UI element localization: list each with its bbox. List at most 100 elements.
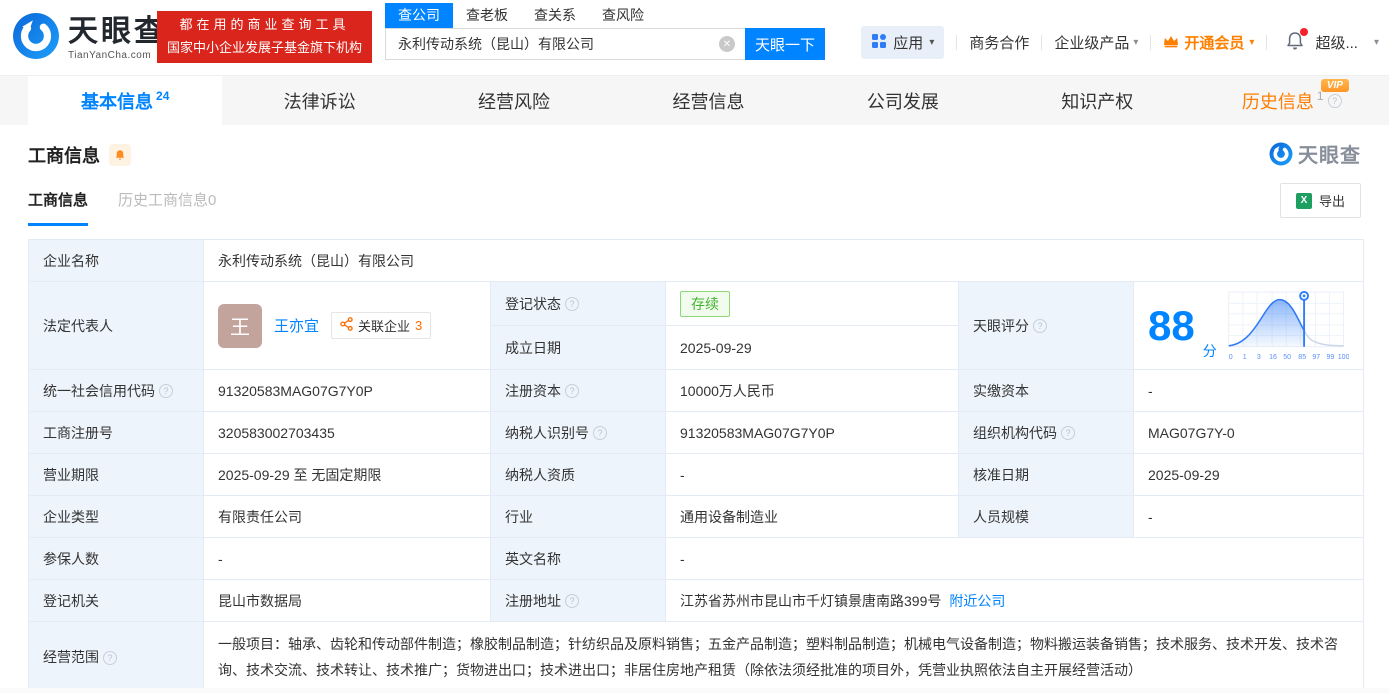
avatar[interactable]: 王 (218, 303, 262, 348)
taxpayer-id-label: 纳税人识别号? (490, 411, 666, 454)
search-area: 查公司 查老板 查关系 查风险 ✕ 天眼一下 (385, 3, 825, 60)
watermark-text: 天眼查 (1298, 145, 1361, 167)
tab-history-info[interactable]: VIP 历史信息 1 ? (1195, 76, 1389, 125)
tab-operation-risk[interactable]: 经营风险 (417, 76, 611, 125)
menu-business-cooperation[interactable]: 商务合作 (969, 32, 1029, 53)
notification-bell-icon[interactable] (1285, 27, 1309, 55)
credit-code-value: 91320583MAG07G7Y0P (203, 369, 491, 412)
tab-label: 知识产权 (1061, 91, 1134, 112)
reg-address-label: 注册地址? (490, 579, 666, 622)
chevron-down-icon: ▾ (1249, 37, 1255, 48)
brand-slogan-banner: 都在用的商业查询工具 国家中小企业发展子基金旗下机构 (157, 11, 372, 63)
company-name-value: 永利传动系统（昆山）有限公司 (203, 239, 1364, 282)
status-badge: 存续 (680, 290, 730, 317)
logo-text: 天眼查 (68, 14, 167, 48)
reg-address-value: 江苏省苏州市昆山市千灯镇景唐南路399号 (680, 592, 942, 609)
menu-super-vip[interactable]: 超级... (1315, 32, 1358, 53)
help-icon[interactable]: ? (1033, 318, 1047, 333)
tab-intellectual-property[interactable]: 知识产权 (1000, 76, 1194, 125)
business-term-label: 营业期限 (28, 453, 204, 496)
search-tab-company[interactable]: 查公司 (385, 3, 453, 28)
search-button[interactable]: 天眼一下 (745, 28, 825, 60)
svg-text:1: 1 (1243, 353, 1247, 360)
establish-date-value: 2025-09-29 (665, 325, 959, 370)
reg-capital-value: 10000万人民币 (665, 369, 959, 412)
search-tab-boss[interactable]: 查老板 (453, 3, 521, 28)
label-text: 登记状态 (505, 295, 561, 312)
tab-count: 24 (156, 88, 170, 103)
reg-status-value: 存续 (665, 281, 959, 326)
tab-label: 公司发展 (866, 91, 939, 112)
divider (1041, 35, 1043, 50)
help-icon[interactable]: ? (1061, 425, 1075, 440)
vip-label: 开通会员 (1184, 35, 1245, 52)
tab-label: 历史信息 (1241, 91, 1314, 112)
tab-basic-info[interactable]: 基本信息 24 (28, 76, 223, 125)
svg-text:85: 85 (1298, 353, 1306, 360)
subtab-business-info[interactable]: 工商信息 (28, 189, 89, 226)
search-tab-relation[interactable]: 查关系 (521, 3, 589, 28)
label-text: 经营范围 (43, 648, 99, 665)
business-info-table: 企业名称 永利传动系统（昆山）有限公司 法定代表人 王 王亦宜 关联企业 3 登… (28, 239, 1364, 693)
help-icon[interactable]: ? (593, 425, 607, 440)
menu-enterprise-products[interactable]: 企业级产品 ▾ (1054, 32, 1138, 53)
approval-date-label: 核准日期 (958, 453, 1134, 496)
tab-legal-litigation[interactable]: 法律诉讼 (222, 76, 416, 125)
subscribe-bell-icon[interactable] (109, 144, 131, 166)
industry-value: 通用设备制造业 (665, 495, 959, 538)
english-name-value: - (665, 537, 1364, 580)
company-nav-tabs: 基本信息 24 法律诉讼 经营风险 经营信息 公司发展 知识产权 VIP 历史信… (0, 75, 1389, 125)
search-tab-risk[interactable]: 查风险 (589, 3, 657, 28)
help-icon[interactable]: ? (565, 383, 579, 398)
label-text: 天眼评分 (973, 317, 1029, 334)
chevron-down-icon[interactable]: ▾ (1374, 37, 1379, 48)
label-text: 纳税人识别号 (505, 424, 589, 441)
export-label: 导出 (1318, 194, 1345, 209)
help-icon[interactable]: ? (565, 296, 579, 311)
subtab-history-business-info[interactable]: 历史工商信息0 (118, 189, 216, 226)
score-cell: 88 分 0 1 3 16 50 85 97 99 100 (1133, 281, 1364, 370)
related-companies-badge[interactable]: 关联企业 3 (331, 312, 432, 339)
table-row: 营业期限 2025-09-29 至 无固定期限 纳税人资质 - 核准日期 202… (28, 453, 1364, 496)
page-bottom-divider (0, 688, 1389, 693)
divider (956, 35, 958, 50)
tab-label: 基本信息 (81, 91, 154, 112)
export-button[interactable]: X 导出 (1279, 183, 1361, 218)
score-distribution-chart: 0 1 3 16 50 85 97 99 100 (1228, 290, 1349, 360)
tab-company-development[interactable]: 公司发展 (806, 76, 1000, 125)
legal-rep-link[interactable]: 王亦宜 (274, 315, 319, 336)
help-icon[interactable]: ? (565, 593, 579, 608)
help-icon[interactable]: ? (1327, 93, 1342, 108)
svg-text:3: 3 (1257, 353, 1261, 360)
nearby-companies-link[interactable]: 附近公司 (949, 593, 1005, 609)
approval-date-value: 2025-09-29 (1133, 453, 1364, 496)
paid-capital-value: - (1133, 369, 1364, 412)
watermark-logo: 天眼查 (1269, 139, 1361, 168)
svg-text:99: 99 (1326, 353, 1334, 360)
related-count: 3 (415, 318, 423, 333)
search-input[interactable] (385, 28, 745, 60)
logo-domain: TianYanCha.com (68, 49, 152, 61)
tab-operation-info[interactable]: 经营信息 (611, 76, 805, 125)
staff-size-value: - (1133, 495, 1364, 538)
business-scope-label: 经营范围? (28, 621, 204, 693)
legal-rep-label: 法定代表人 (28, 281, 204, 370)
svg-text:50: 50 (1283, 353, 1291, 360)
table-row: 企业类型 有限责任公司 行业 通用设备制造业 人员规模 - (28, 495, 1364, 538)
legal-rep-cell: 王 王亦宜 关联企业 3 (203, 281, 491, 370)
org-code-label: 组织机构代码? (958, 411, 1134, 454)
subtab-row: 工商信息 历史工商信息0 X 导出 (28, 183, 1361, 226)
menu-open-vip[interactable]: 开通会员 ▾ (1163, 32, 1254, 53)
excel-icon: X (1295, 192, 1312, 209)
table-row: 法定代表人 王 王亦宜 关联企业 3 登记状态 ? 存续 天眼评分 ? 88 分… (28, 281, 1364, 370)
apps-menu[interactable]: 应用 ▾ (861, 26, 945, 59)
help-icon[interactable]: ? (159, 383, 173, 398)
section-title: 工商信息 (28, 146, 100, 166)
clear-icon[interactable]: ✕ (719, 36, 735, 52)
svg-text:100: 100 (1337, 353, 1349, 360)
company-type-value: 有限责任公司 (203, 495, 491, 538)
svg-text:16: 16 (1269, 353, 1277, 360)
help-icon[interactable]: ? (103, 650, 117, 665)
credit-code-label: 统一社会信用代码? (28, 369, 204, 412)
tianyancha-logo[interactable]: 天眼查 TianYanCha.com (12, 12, 167, 65)
